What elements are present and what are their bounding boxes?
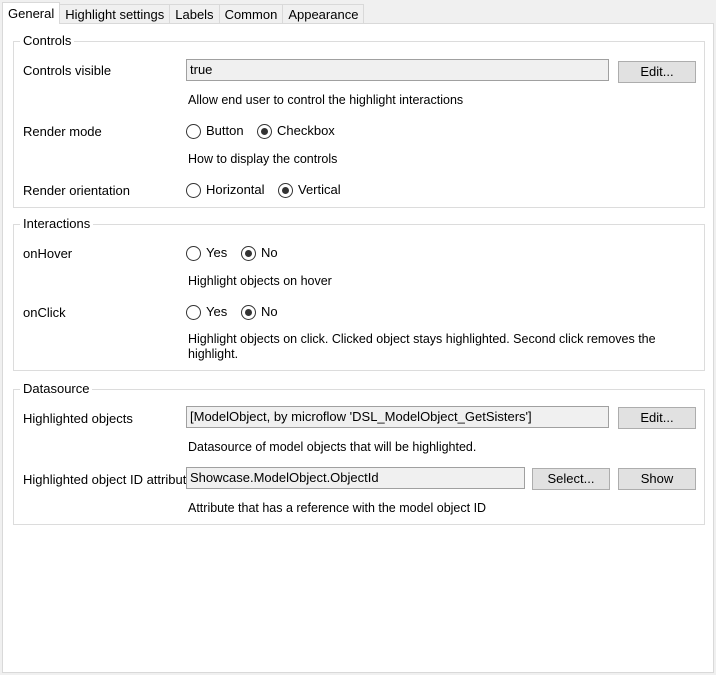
radio-checked-icon bbox=[241, 304, 256, 320]
on-click-hint: Highlight objects on click. Clicked obje… bbox=[188, 332, 656, 361]
controls-visible-label: Controls visible bbox=[23, 63, 112, 78]
radio-label: Horizontal bbox=[206, 182, 265, 197]
radio-label: No bbox=[261, 304, 278, 319]
highlighted-objects-hint: Datasource of model objects that will be… bbox=[188, 440, 477, 454]
object-id-attribute-show-button[interactable]: Show bbox=[618, 468, 696, 490]
render-mode-hint: How to display the controls bbox=[188, 152, 338, 166]
render-mode-button-radio[interactable]: Button bbox=[186, 122, 244, 140]
render-mode-checkbox-radio[interactable]: Checkbox bbox=[257, 122, 335, 140]
on-hover-hint: Highlight objects on hover bbox=[188, 274, 332, 288]
object-id-attribute-label: Highlighted object ID attribute bbox=[23, 472, 187, 487]
on-hover-yes-radio[interactable]: Yes bbox=[186, 244, 227, 262]
render-mode-label: Render mode bbox=[23, 124, 102, 139]
tab-panel-general: Controls Controls visible true Edit... A… bbox=[2, 23, 714, 673]
controls-visible-edit-button[interactable]: Edit... bbox=[618, 61, 696, 83]
object-id-attribute-hint: Attribute that has a reference with the … bbox=[188, 501, 487, 515]
radio-unchecked-icon bbox=[186, 123, 201, 139]
group-title-interactions: Interactions bbox=[20, 216, 94, 232]
radio-label: Yes bbox=[206, 304, 228, 319]
radio-label: Button bbox=[206, 123, 244, 138]
tab-strip: General Highlight settings Labels Common… bbox=[2, 2, 365, 24]
highlighted-objects-label: Highlighted objects bbox=[23, 411, 133, 426]
radio-checked-icon bbox=[257, 123, 272, 139]
controls-visible-field[interactable]: true bbox=[186, 59, 609, 81]
tab-labels[interactable]: Labels bbox=[169, 4, 220, 24]
radio-label: Vertical bbox=[298, 182, 341, 197]
group-title-controls: Controls bbox=[20, 33, 75, 49]
controls-visible-hint: Allow end user to control the highlight … bbox=[188, 93, 464, 107]
on-click-no-radio[interactable]: No bbox=[241, 303, 278, 321]
radio-unchecked-icon bbox=[186, 182, 201, 198]
radio-checked-icon bbox=[278, 182, 293, 198]
on-hover-label: onHover bbox=[23, 246, 73, 261]
radio-unchecked-icon bbox=[186, 245, 201, 261]
radio-checked-icon bbox=[241, 245, 256, 261]
radio-label: Yes bbox=[206, 245, 228, 260]
tab-general[interactable]: General bbox=[2, 2, 61, 24]
render-orientation-label: Render orientation bbox=[23, 183, 130, 198]
on-hover-no-radio[interactable]: No bbox=[241, 244, 278, 262]
render-orientation-vertical-radio[interactable]: Vertical bbox=[278, 181, 341, 199]
object-id-attribute-field[interactable]: Showcase.ModelObject.ObjectId bbox=[186, 467, 525, 489]
radio-unchecked-icon bbox=[186, 304, 201, 320]
tab-highlight-settings[interactable]: Highlight settings bbox=[59, 4, 171, 24]
group-interactions: Interactions onHover Yes No Highlight ob… bbox=[13, 216, 705, 371]
group-title-datasource: Datasource bbox=[20, 381, 93, 397]
tab-appearance[interactable]: Appearance bbox=[282, 4, 365, 24]
on-click-yes-radio[interactable]: Yes bbox=[186, 303, 227, 321]
group-datasource: Datasource Highlighted objects [ModelObj… bbox=[13, 381, 705, 525]
on-click-label: onClick bbox=[23, 305, 66, 320]
tab-common[interactable]: Common bbox=[218, 4, 284, 24]
radio-label: No bbox=[261, 245, 278, 260]
group-controls: Controls Controls visible true Edit... A… bbox=[13, 33, 705, 208]
highlighted-objects-field[interactable]: [ModelObject, by microflow 'DSL_ModelObj… bbox=[186, 406, 609, 428]
highlighted-objects-edit-button[interactable]: Edit... bbox=[618, 407, 696, 429]
object-id-attribute-select-button[interactable]: Select... bbox=[532, 468, 610, 490]
radio-label: Checkbox bbox=[277, 123, 335, 138]
render-orientation-horizontal-radio[interactable]: Horizontal bbox=[186, 181, 265, 199]
